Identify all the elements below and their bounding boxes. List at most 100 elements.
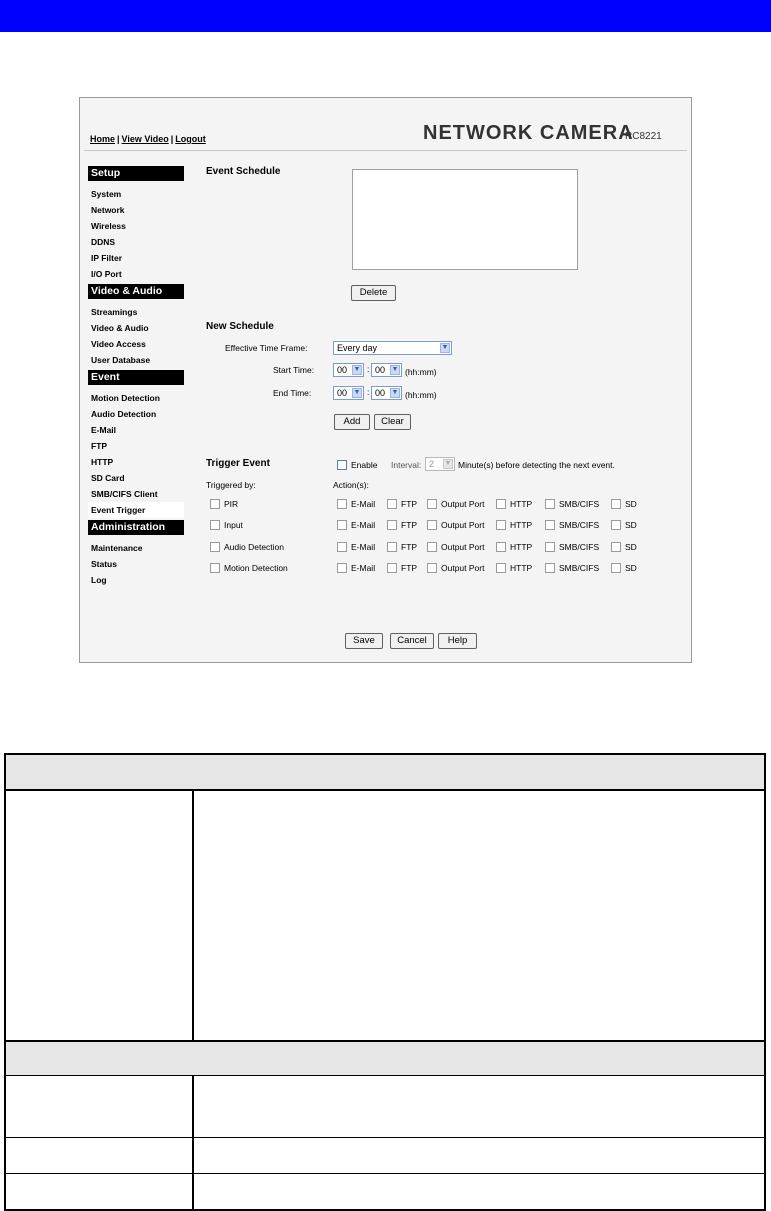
sidebar-item-wireless[interactable]: Wireless [88,218,186,234]
action-ftp-checkbox[interactable] [387,563,397,573]
action-label: E-Mail [351,542,376,552]
trigger-checkbox[interactable] [210,563,220,573]
action-label: Output Port [441,520,485,530]
action-smb-cifs-checkbox[interactable] [545,542,555,552]
trigger-label: Motion Detection [224,563,288,573]
home-link[interactable]: Home [90,134,115,144]
sidebar-item-ddns[interactable]: DDNS [88,234,186,250]
delete-button[interactable]: Delete [351,285,396,301]
sidebar-item-sd-card[interactable]: SD Card [88,470,186,486]
action-output-port-checkbox[interactable] [427,520,437,530]
action-label: Output Port [441,563,485,573]
sidebar-item-smb-cifs-client[interactable]: SMB/CIFS Client [88,486,186,502]
action-label: SD [625,563,637,573]
sidebar-section-event: Event [88,370,184,385]
action-label: HTTP [510,563,533,573]
cancel-button[interactable]: Cancel [390,633,434,649]
schedule-listbox[interactable] [352,169,578,270]
sidebar-item-maintenance[interactable]: Maintenance [88,540,186,556]
sidebar-item-status[interactable]: Status [88,556,186,572]
save-button[interactable]: Save [345,633,383,649]
sidebar-item-video-audio[interactable]: Video & Audio [88,320,186,336]
action-ftp-checkbox[interactable] [387,542,397,552]
sidebar-item-log[interactable]: Log [88,572,186,588]
sidebar-section-video-audio: Video & Audio [88,284,184,299]
table-body-row [4,1138,766,1173]
action-sd-checkbox[interactable] [611,499,621,509]
trigger-checkbox[interactable] [210,542,220,552]
action-ftp-checkbox[interactable] [387,499,397,509]
clear-button[interactable]: Clear [374,414,411,430]
enable-checkbox[interactable] [337,460,347,470]
action-label: SD [625,499,637,509]
start-hour-select[interactable]: 00 ▼ [333,363,364,377]
action-email-checkbox[interactable] [337,542,347,552]
sidebar-item-email[interactable]: E-Mail [88,422,186,438]
action-sd-checkbox[interactable] [611,520,621,530]
action-email-checkbox[interactable] [337,563,347,573]
action-sd-checkbox[interactable] [611,542,621,552]
sidebar-item-network[interactable]: Network [88,202,186,218]
trigger-checkbox[interactable] [210,520,220,530]
action-label: SMB/CIFS [559,542,600,552]
interval-label: Interval: [391,460,422,470]
action-label: FTP [401,563,418,573]
add-button[interactable]: Add [334,414,370,430]
sidebar-item-motion-detection[interactable]: Motion Detection [88,390,186,406]
action-smb-cifs-checkbox[interactable] [545,499,555,509]
start-time-colon: : [367,364,370,374]
trigger-event-title: Trigger Event [206,458,270,469]
sidebar-item-streamings[interactable]: Streamings [88,304,186,320]
view-video-link[interactable]: View Video [122,134,169,144]
action-output-port-checkbox[interactable] [427,499,437,509]
header-divider [84,150,687,151]
action-output-port-checkbox[interactable] [427,542,437,552]
time-frame-select[interactable]: Every day ▼ [333,341,452,355]
action-http-checkbox[interactable] [496,563,506,573]
sidebar-item-video-access[interactable]: Video Access [88,336,186,352]
sidebar: Setup System Network Wireless DDNS IP Fi… [88,166,186,588]
action-label: SD [625,520,637,530]
sidebar-item-ftp[interactable]: FTP [88,438,186,454]
sidebar-item-system[interactable]: System [88,186,186,202]
interval-select[interactable]: 2 ▼ [425,457,455,471]
action-sd-checkbox[interactable] [611,563,621,573]
event-schedule-title: Event Schedule [206,166,281,177]
end-hour-select[interactable]: 00 ▼ [333,386,364,400]
action-label: FTP [401,499,418,509]
model-number: RC8221 [625,131,662,142]
sidebar-item-event-trigger[interactable]: Event Trigger [88,502,184,518]
chevron-down-icon: ▼ [443,459,453,469]
sidebar-item-io-port[interactable]: I/O Port [88,266,186,282]
action-http-checkbox[interactable] [496,520,506,530]
help-button[interactable]: Help [438,633,477,649]
action-http-checkbox[interactable] [496,499,506,509]
sidebar-item-user-database[interactable]: User Database [88,352,186,368]
action-smb-cifs-checkbox[interactable] [545,520,555,530]
action-http-checkbox[interactable] [496,542,506,552]
trigger-checkbox[interactable] [210,499,220,509]
document-header-bar [0,0,771,32]
action-label: SMB/CIFS [559,499,600,509]
end-minute-select[interactable]: 00 ▼ [371,386,402,400]
top-nav: Home | View Video | Logout [90,134,206,144]
sidebar-section-setup: Setup [88,166,184,181]
action-smb-cifs-checkbox[interactable] [545,563,555,573]
enable-label: Enable [351,460,378,470]
start-time-label: Start Time: [273,365,315,375]
logout-link[interactable]: Logout [175,134,206,144]
action-ftp-checkbox[interactable] [387,520,397,530]
camera-settings-screenshot: Home | View Video | Logout NETWORK CAMERA RC… [79,97,692,663]
table-header-row [4,1042,766,1075]
sidebar-item-audio-detection[interactable]: Audio Detection [88,406,186,422]
action-output-port-checkbox[interactable] [427,563,437,573]
sidebar-item-http[interactable]: HTTP [88,454,186,470]
start-minute-select[interactable]: 00 ▼ [371,363,402,377]
action-email-checkbox[interactable] [337,520,347,530]
sidebar-item-ip-filter[interactable]: IP Filter [88,250,186,266]
trigger-label: PIR [224,499,239,509]
action-email-checkbox[interactable] [337,499,347,509]
chevron-down-icon: ▼ [352,388,362,398]
action-label: FTP [401,542,418,552]
chevron-down-icon: ▼ [390,388,400,398]
